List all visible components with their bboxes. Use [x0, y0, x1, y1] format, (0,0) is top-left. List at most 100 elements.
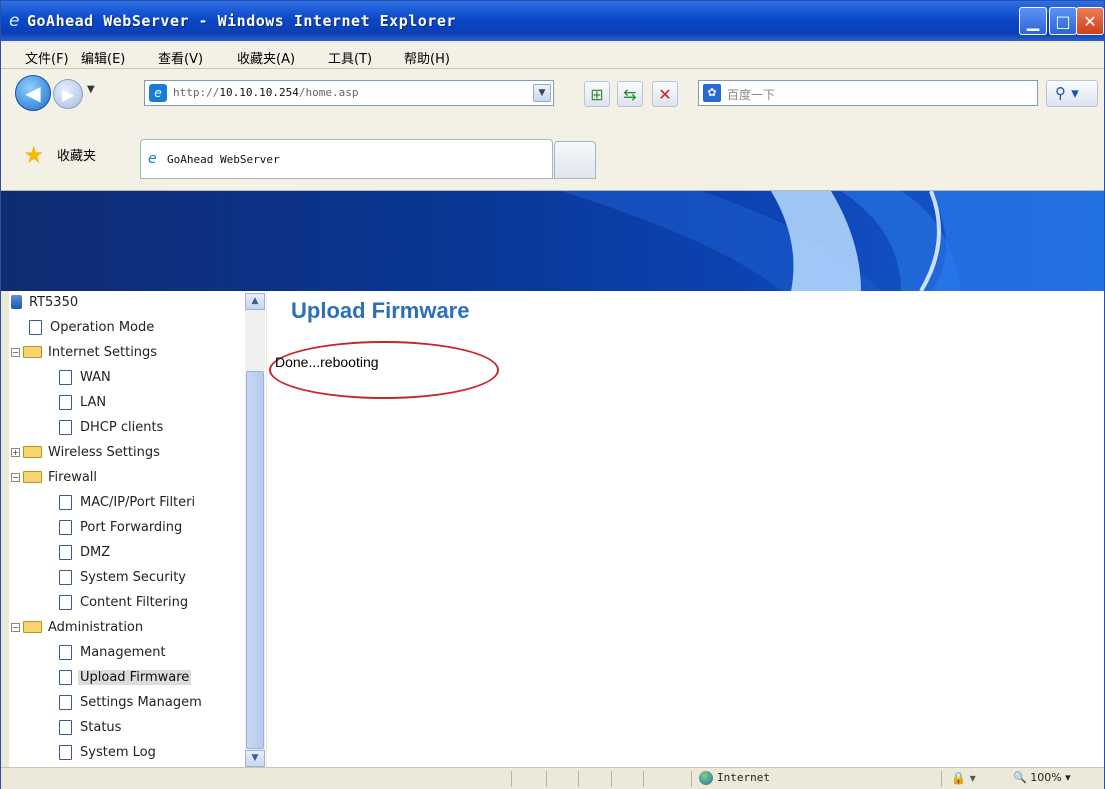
status-bar: Internet 🔒 ▾ 🔍 100% ▾: [1, 767, 1104, 789]
sidebar-item-management[interactable]: Management: [59, 642, 168, 662]
close-button[interactable]: ✕: [1076, 7, 1104, 35]
refresh-icon[interactable]: ⇆: [617, 81, 643, 107]
new-tab-button[interactable]: [554, 141, 596, 179]
folder-icon: [23, 346, 42, 358]
protected-mode-icon[interactable]: 🔒 ▾: [951, 771, 976, 785]
collapse-icon[interactable]: −: [11, 472, 20, 482]
sidebar-item-dmz[interactable]: DMZ: [59, 542, 112, 562]
sidebar-item-label: Settings Managem: [80, 694, 202, 710]
sidebar-item-label: Firewall: [48, 469, 98, 485]
scroll-down-icon[interactable]: ▼: [245, 750, 265, 767]
menu-file[interactable]: 文件(F): [25, 48, 69, 67]
menu-tools[interactable]: 工具(T): [328, 48, 372, 67]
sidebar-item-label: Internet Settings: [48, 344, 158, 360]
document-icon: [59, 394, 72, 410]
status-divider: [546, 771, 547, 787]
sidebar-item-wan[interactable]: WAN: [59, 367, 113, 387]
tab-title: GoAhead WebServer: [167, 153, 280, 166]
expand-icon[interactable]: +: [11, 447, 20, 457]
sidebar-item-operation-mode[interactable]: Operation Mode: [29, 317, 156, 337]
search-box[interactable]: ✿ 百度一下: [698, 80, 1038, 106]
menu-favorites[interactable]: 收藏夹(A): [237, 48, 295, 67]
sidebar-item-label: MAC/IP/Port Filteri: [80, 494, 196, 510]
window-title: GoAhead WebServer - Windows Internet Exp…: [27, 12, 456, 30]
status-divider: [611, 771, 612, 787]
zone-label: Internet: [717, 771, 770, 784]
title-bar[interactable]: e GoAhead WebServer - Windows Internet E…: [1, 1, 1104, 41]
document-icon: [59, 569, 72, 585]
tree-root-label: RT5350: [29, 294, 79, 310]
sidebar-item-content-filtering[interactable]: Content Filtering: [59, 592, 190, 612]
url-path: /home.asp: [298, 86, 359, 99]
document-icon: [59, 694, 72, 710]
document-icon: [59, 669, 72, 685]
document-icon: [59, 519, 72, 535]
router-icon: [11, 295, 22, 309]
sidebar-item-port-forwarding[interactable]: Port Forwarding: [59, 517, 184, 537]
favorites-button[interactable]: 收藏夹: [57, 145, 96, 164]
sidebar-item-lan[interactable]: LAN: [59, 392, 108, 412]
sidebar-item-administration[interactable]: − Administration: [11, 617, 145, 637]
address-url[interactable]: http://10.10.10.254/home.asp: [173, 86, 358, 99]
document-icon: [29, 319, 42, 335]
sidebar-item-dhcp-clients[interactable]: DHCP clients: [59, 417, 165, 437]
status-divider: [691, 771, 692, 787]
maximize-button[interactable]: □: [1049, 7, 1077, 35]
document-icon: [59, 494, 72, 510]
back-icon[interactable]: ◀: [15, 75, 51, 111]
scroll-up-icon[interactable]: ▲: [245, 293, 265, 310]
search-icon[interactable]: ⚲ ▾: [1046, 80, 1098, 107]
star-icon[interactable]: ★: [23, 141, 45, 169]
banner-curves: [561, 191, 1104, 291]
sidebar-item-label: System Log: [80, 744, 156, 760]
status-divider: [941, 771, 942, 787]
sidebar-item-label: LAN: [80, 394, 107, 410]
scrollbar-thumb[interactable]: [246, 371, 264, 749]
status-divider: [643, 771, 644, 787]
search-input[interactable]: 百度一下: [727, 86, 775, 103]
sidebar-item-label: WAN: [80, 369, 111, 385]
menu-view[interactable]: 查看(V): [158, 48, 203, 67]
sidebar-item-label: Content Filtering: [80, 594, 189, 610]
menu-edit[interactable]: 编辑(E): [81, 48, 125, 67]
sidebar-item-label: DHCP clients: [80, 419, 164, 435]
minimize-button[interactable]: ▁: [1019, 7, 1047, 35]
compatibility-icon[interactable]: ⊞: [584, 81, 610, 107]
zoom-control[interactable]: 🔍 100% ▾: [1013, 771, 1071, 784]
document-icon: [59, 369, 72, 385]
sidebar-tree: RT5350 Operation Mode − Internet Settings…: [9, 291, 266, 767]
folder-icon: [23, 471, 42, 483]
sidebar-item-wireless-settings[interactable]: + Wireless Settings: [11, 442, 162, 462]
document-icon: [59, 744, 72, 760]
sidebar-item-status[interactable]: Status: [59, 717, 123, 737]
zoom-level: 100%: [1030, 771, 1062, 784]
sidebar-item-label: Status: [80, 719, 122, 735]
ie-page-icon: e: [149, 84, 167, 102]
sidebar-item-system-log[interactable]: System Log: [59, 742, 158, 762]
sidebar-item-internet-settings[interactable]: − Internet Settings: [11, 342, 159, 362]
page-banner: [1, 191, 1104, 291]
tree-root[interactable]: RT5350: [11, 292, 80, 312]
page-title: Upload Firmware: [291, 298, 470, 323]
stop-icon[interactable]: ✕: [652, 81, 678, 107]
address-dropdown-icon[interactable]: ▼: [533, 84, 551, 102]
browser-tab[interactable]: e GoAhead WebServer: [140, 139, 553, 179]
menu-help[interactable]: 帮助(H): [404, 48, 450, 67]
sidebar-item-settings-management[interactable]: Settings Managem: [59, 692, 204, 712]
forward-icon[interactable]: ▶: [53, 79, 83, 109]
history-dropdown-icon[interactable]: ▼: [87, 84, 95, 95]
sidebar-item-firewall[interactable]: − Firewall: [11, 467, 99, 487]
collapse-icon[interactable]: −: [11, 622, 20, 632]
sidebar-item-label: Upload Firmware: [78, 669, 192, 685]
sidebar-item-system-security[interactable]: System Security: [59, 567, 188, 587]
collapse-icon[interactable]: −: [11, 347, 20, 357]
address-bar[interactable]: e http://10.10.10.254/home.asp ▼: [144, 80, 554, 106]
status-message: Done...rebooting: [275, 354, 379, 370]
sidebar-scrollbar[interactable]: ▲ ▼: [245, 293, 265, 767]
sidebar-item-label: DMZ: [80, 544, 111, 560]
browser-window: e GoAhead WebServer - Windows Internet E…: [0, 0, 1105, 789]
main-content: Upload Firmware Done...rebooting: [267, 291, 1104, 767]
sidebar-item-mac-ip-port-filtering[interactable]: MAC/IP/Port Filteri: [59, 492, 197, 512]
sidebar-item-upload-firmware[interactable]: Upload Firmware: [59, 667, 192, 687]
sidebar-item-label: Management: [80, 644, 166, 660]
